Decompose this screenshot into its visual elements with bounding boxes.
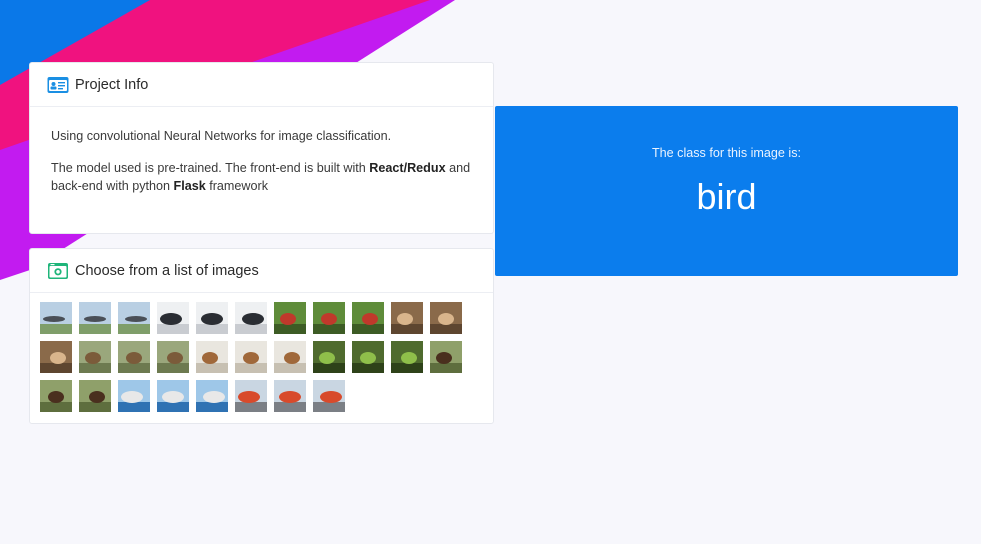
- ship-thumbnail-image: [157, 380, 189, 412]
- image-thumbnail-deer[interactable]: [79, 341, 111, 373]
- image-thumbnail-horse[interactable]: [79, 380, 111, 412]
- image-thumbnail-cat[interactable]: [391, 302, 423, 334]
- image-thumbnail-frog[interactable]: [391, 341, 423, 373]
- image-thumbnail-airplane[interactable]: [118, 302, 150, 334]
- bird-thumbnail-image: [274, 302, 306, 334]
- truck-thumbnail-image: [274, 380, 306, 412]
- tech-text-1: The model used is pre-trained. The front…: [51, 161, 370, 175]
- image-thumbnail-bird[interactable]: [313, 302, 345, 334]
- image-list-card: Choose from a list of images: [29, 248, 494, 424]
- image-thumbnail-horse[interactable]: [430, 341, 462, 373]
- ship-thumbnail-image: [118, 380, 150, 412]
- deer-thumbnail-image: [157, 341, 189, 373]
- deer-thumbnail-image: [79, 341, 111, 373]
- image-thumbnail-dog[interactable]: [235, 341, 267, 373]
- ship-thumbnail-image: [196, 380, 228, 412]
- image-thumbnail-dog[interactable]: [274, 341, 306, 373]
- image-thumbnail-dog[interactable]: [196, 341, 228, 373]
- image-thumbnail-cat[interactable]: [430, 302, 462, 334]
- frog-thumbnail-image: [391, 341, 423, 373]
- truck-thumbnail-image: [235, 380, 267, 412]
- image-thumbnail-truck[interactable]: [313, 380, 345, 412]
- project-info-body: Using convolutional Neural Networks for …: [30, 107, 493, 195]
- dog-thumbnail-image: [235, 341, 267, 373]
- horse-thumbnail-image: [79, 380, 111, 412]
- airplane-thumbnail-image: [40, 302, 72, 334]
- dog-thumbnail-image: [196, 341, 228, 373]
- frog-thumbnail-image: [313, 341, 345, 373]
- project-tech-description: The model used is pre-trained. The front…: [51, 159, 472, 195]
- image-thumbnail-ship[interactable]: [118, 380, 150, 412]
- project-description: Using convolutional Neural Networks for …: [51, 129, 392, 143]
- horse-thumbnail-image: [430, 341, 462, 373]
- image-thumbnail-cat[interactable]: [40, 341, 72, 373]
- image-thumbnail-bird[interactable]: [274, 302, 306, 334]
- camera-icon: [47, 262, 69, 280]
- image-thumbnail-ship[interactable]: [196, 380, 228, 412]
- bird-thumbnail-image: [313, 302, 345, 334]
- image-thumbnail-grid: [40, 302, 480, 419]
- tech-text-3: framework: [205, 179, 269, 193]
- tech-flask: Flask: [173, 179, 206, 193]
- image-list-title: Choose from a list of images: [75, 262, 259, 279]
- automobile-thumbnail-image: [157, 302, 189, 334]
- image-list-header: Choose from a list of images: [30, 249, 493, 293]
- project-info-card: Project Info Using convolutional Neural …: [29, 62, 494, 234]
- prediction-result-card: The class for this image is: bird: [495, 106, 958, 276]
- image-thumbnail-automobile[interactable]: [196, 302, 228, 334]
- tech-react-redux: React/Redux: [369, 161, 446, 175]
- result-label: The class for this image is:: [651, 146, 802, 160]
- predicted-class: bird: [696, 176, 757, 217]
- image-thumbnail-frog[interactable]: [352, 341, 384, 373]
- airplane-thumbnail-image: [118, 302, 150, 334]
- bird-thumbnail-image: [352, 302, 384, 334]
- image-thumbnail-airplane[interactable]: [79, 302, 111, 334]
- image-thumbnail-automobile[interactable]: [157, 302, 189, 334]
- project-info-title: Project Info: [75, 76, 149, 93]
- project-info-header: Project Info: [30, 63, 493, 107]
- image-thumbnail-truck[interactable]: [274, 380, 306, 412]
- image-thumbnail-airplane[interactable]: [40, 302, 72, 334]
- automobile-thumbnail-image: [196, 302, 228, 334]
- automobile-thumbnail-image: [235, 302, 267, 334]
- frog-thumbnail-image: [352, 341, 384, 373]
- image-thumbnail-bird[interactable]: [352, 302, 384, 334]
- image-thumbnail-frog[interactable]: [313, 341, 345, 373]
- horse-thumbnail-image: [40, 380, 72, 412]
- cat-thumbnail-image: [391, 302, 423, 334]
- image-thumbnail-ship[interactable]: [157, 380, 189, 412]
- image-thumbnail-automobile[interactable]: [235, 302, 267, 334]
- image-thumbnail-horse[interactable]: [40, 380, 72, 412]
- cat-thumbnail-image: [40, 341, 72, 373]
- dog-thumbnail-image: [274, 341, 306, 373]
- id-card-icon: [47, 76, 69, 94]
- image-thumbnail-deer[interactable]: [157, 341, 189, 373]
- image-thumbnail-truck[interactable]: [235, 380, 267, 412]
- truck-thumbnail-image: [313, 380, 345, 412]
- cat-thumbnail-image: [430, 302, 462, 334]
- image-thumbnail-deer[interactable]: [118, 341, 150, 373]
- deer-thumbnail-image: [118, 341, 150, 373]
- airplane-thumbnail-image: [79, 302, 111, 334]
